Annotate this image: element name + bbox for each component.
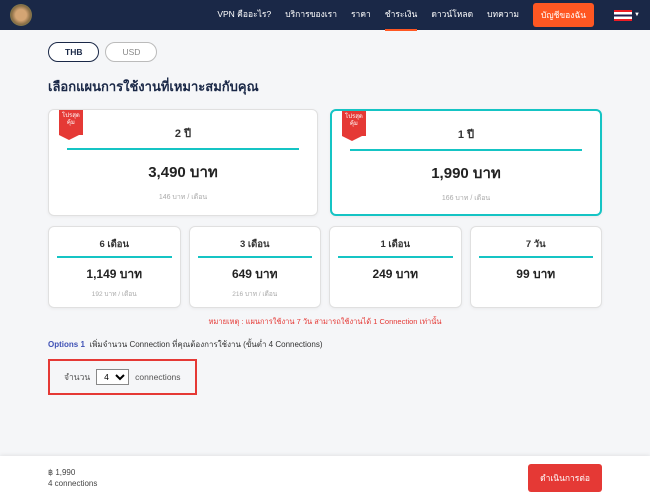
nav-pricing[interactable]: ราคา <box>351 0 371 31</box>
plan-price: 1,149 บาท <box>57 265 172 284</box>
plan-1year[interactable]: โปรสุดคุ้ม 1 ปี 1,990 บาท 166 บาท / เดือ… <box>330 109 602 216</box>
qty-label: จำนวน <box>64 370 90 384</box>
plan-2year[interactable]: โปรสุดคุ้ม 2 ปี 3,490 บาท 146 บาท / เดือ… <box>48 109 318 216</box>
nav-services[interactable]: บริการของเรา <box>285 0 337 31</box>
plan-3month[interactable]: 3 เดือน 649 บาท 216 บาท / เดือน <box>189 226 322 308</box>
currency-tab-thb[interactable]: THB <box>48 42 99 62</box>
plan-title: 6 เดือน <box>57 237 172 252</box>
plan-sub: 166 บาท / เดือน <box>350 193 582 204</box>
plan-1month[interactable]: 1 เดือน 249 บาท <box>329 226 462 308</box>
main-content: THB USD เลือกแผนการใช้งานที่เหมาะสมกับคุ… <box>0 30 650 395</box>
plans-featured: โปรสุดคุ้ม 2 ปี 3,490 บาท 146 บาท / เดือ… <box>48 109 602 216</box>
plan-6month[interactable]: 6 เดือน 1,149 บาท 192 บาท / เดือน <box>48 226 181 308</box>
plans-other: 6 เดือน 1,149 บาท 192 บาท / เดือน 3 เดือ… <box>48 226 602 308</box>
qty-select[interactable]: 4 <box>96 369 129 385</box>
footer-summary: ฿ 1,990 4 connections <box>48 467 97 489</box>
plan-title: 1 ปี <box>350 125 582 143</box>
divider <box>479 256 594 258</box>
options-label: Options 1 <box>48 340 85 349</box>
plan-sub: 216 บาท / เดือน <box>198 289 313 299</box>
plan-price: 649 บาท <box>198 265 313 284</box>
connections-selector: จำนวน 4 connections <box>48 359 197 395</box>
plan-7day[interactable]: 7 วัน 99 บาท <box>470 226 603 308</box>
qty-unit: connections <box>135 372 180 382</box>
divider <box>57 256 172 258</box>
divider <box>350 149 582 151</box>
nav-menu: VPN คืออะไร? บริการของเรา ราคา ชำระเงิน … <box>217 0 640 31</box>
nav-articles[interactable]: บทความ <box>487 0 519 31</box>
plan-price: 1,990 บาท <box>350 161 582 185</box>
plan-price: 249 บาท <box>338 265 453 284</box>
promo-badge: โปรสุดคุ้ม <box>59 110 83 135</box>
plan-title: 1 เดือน <box>338 237 453 252</box>
promo-badge: โปรสุดคุ้ม <box>342 111 366 136</box>
chevron-down-icon: ▼ <box>634 12 640 18</box>
nav-whatvpn[interactable]: VPN คืออะไร? <box>217 0 271 31</box>
footer-price: ฿ 1,990 <box>48 467 97 478</box>
footer-connections: 4 connections <box>48 478 97 489</box>
top-navbar: VPN คืออะไร? บริการของเรา ราคา ชำระเงิน … <box>0 0 650 30</box>
plan-price: 99 บาท <box>479 265 594 284</box>
footer-bar: ฿ 1,990 4 connections ดำเนินการต่อ <box>0 456 650 500</box>
divider <box>198 256 313 258</box>
page-title: เลือกแผนการใช้งานที่เหมาะสมกับคุณ <box>48 76 602 97</box>
nav-download[interactable]: ดาวน์โหลด <box>431 0 473 31</box>
currency-tab-usd[interactable]: USD <box>105 42 157 62</box>
continue-button[interactable]: ดำเนินการต่อ <box>528 464 602 492</box>
thai-flag-icon <box>614 10 632 21</box>
plan-sub: 192 บาท / เดือน <box>57 289 172 299</box>
plan-price: 3,490 บาท <box>67 160 299 184</box>
account-button[interactable]: บัญชีของฉัน <box>533 3 594 27</box>
divider <box>67 148 299 150</box>
plan-sub: 146 บาท / เดือน <box>67 192 299 203</box>
divider <box>338 256 453 258</box>
language-selector[interactable]: ▼ <box>608 10 640 21</box>
plan-note: หมายเหตุ : แผนการใช้งาน 7 วัน สามารถใช้ง… <box>48 316 602 328</box>
logo-icon[interactable] <box>10 4 32 26</box>
plan-title: 7 วัน <box>479 237 594 252</box>
plan-title: 3 เดือน <box>198 237 313 252</box>
currency-tabs: THB USD <box>48 42 602 62</box>
nav-payment[interactable]: ชำระเงิน <box>385 0 418 31</box>
options-description: Options 1 เพิ่มจำนวน Connection ที่คุณต้… <box>48 338 602 351</box>
plan-title: 2 ปี <box>67 124 299 142</box>
